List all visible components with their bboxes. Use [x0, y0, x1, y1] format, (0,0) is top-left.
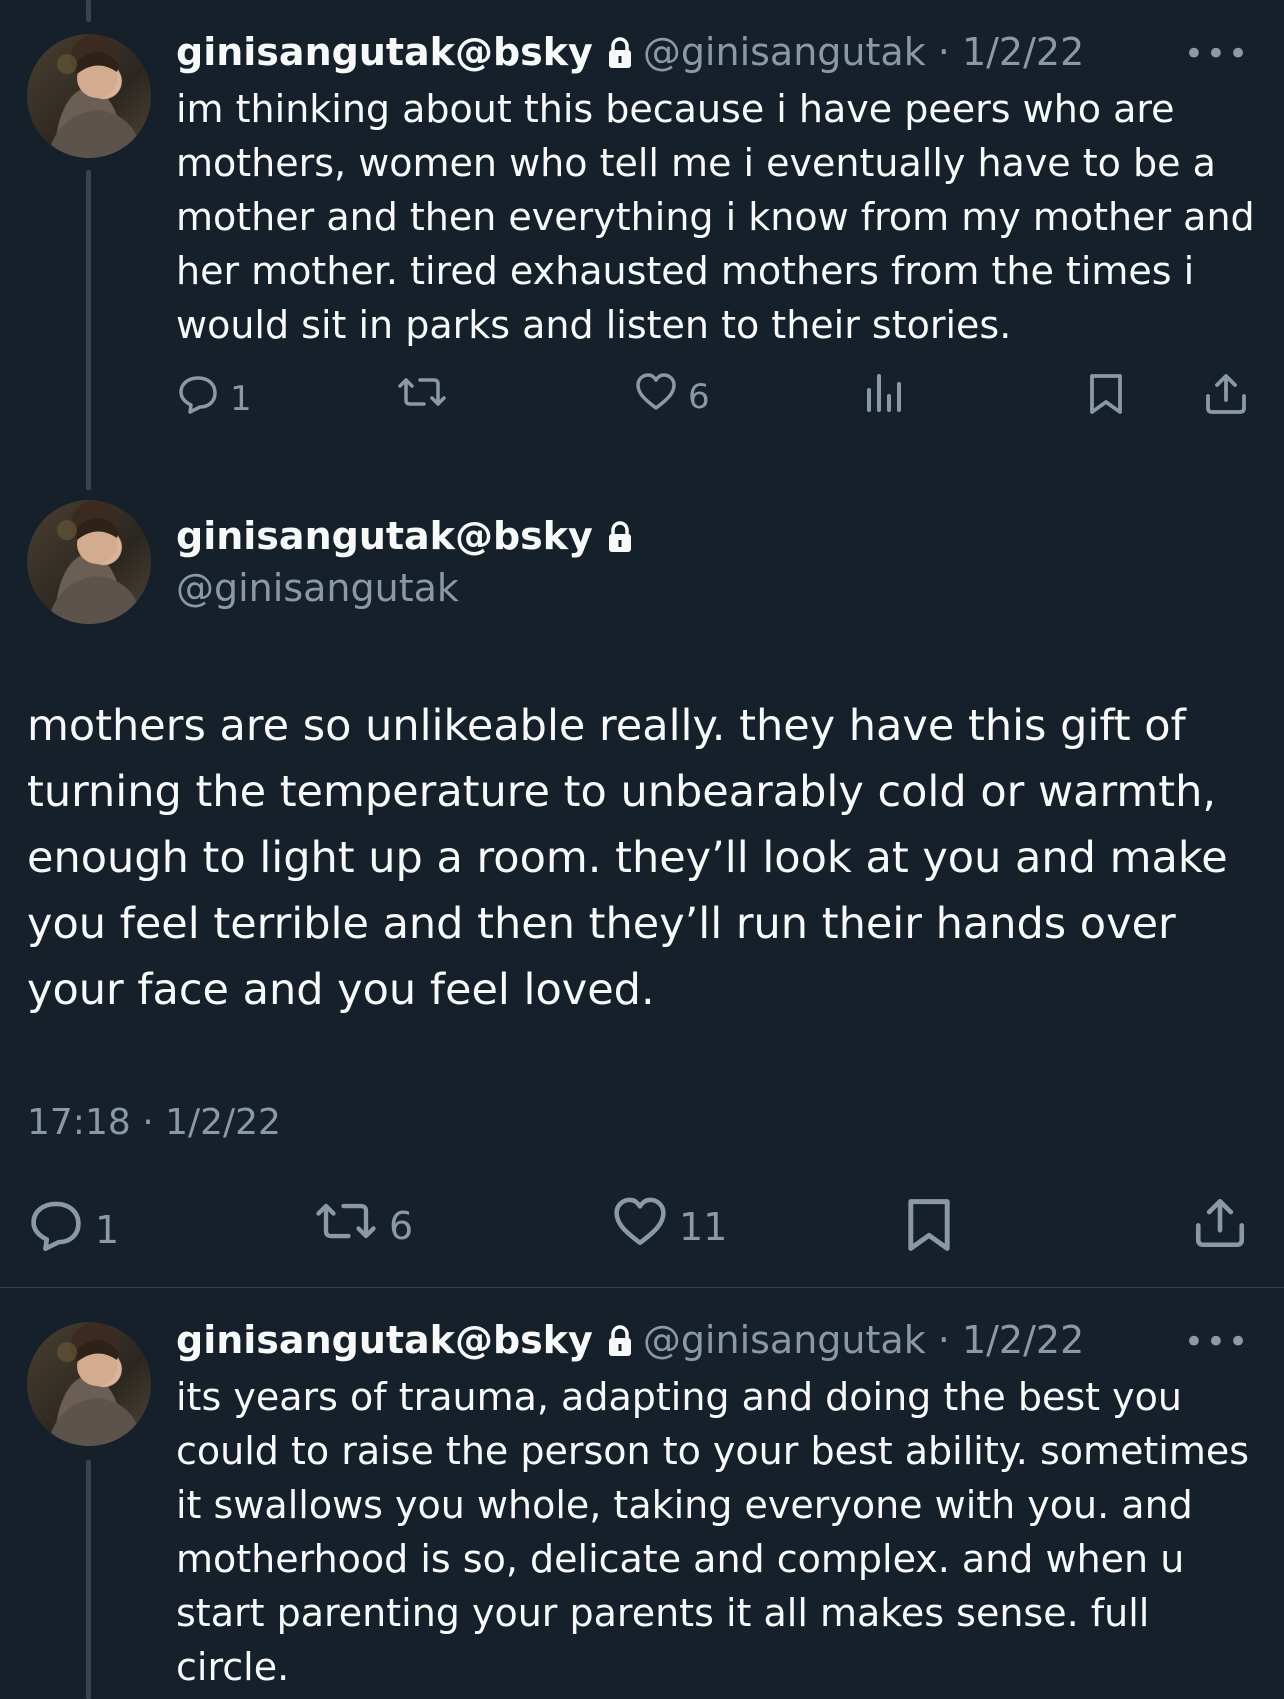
post-header: ginisangutak@bsky @ginisangutak · 1/2/22 — [176, 28, 1084, 80]
bookmark-icon — [903, 1196, 955, 1263]
thread-connector-line — [86, 0, 91, 22]
bookmark-button[interactable] — [903, 1196, 955, 1263]
handle[interactable]: @ginisangutak — [176, 564, 459, 612]
action-bar: 1 6 — [176, 372, 1256, 422]
post-date[interactable]: · 1/2/22 — [938, 30, 1084, 74]
like-count: 11 — [679, 1204, 728, 1249]
share-button[interactable] — [1202, 372, 1250, 425]
share-button[interactable] — [1191, 1196, 1249, 1259]
thread-connector-line — [86, 1460, 91, 1699]
like-button[interactable]: 11 — [611, 1196, 727, 1257]
share-icon — [1202, 372, 1250, 425]
repost-button[interactable] — [396, 372, 448, 421]
lock-icon — [607, 516, 633, 564]
main-post-text: mothers are so unlikeable really. they h… — [27, 701, 1228, 1015]
display-name[interactable]: ginisangutak@bsky — [176, 1318, 593, 1362]
repost-icon — [313, 1196, 379, 1255]
avatar[interactable] — [27, 34, 151, 158]
repost-icon — [396, 372, 448, 421]
bookmark-button[interactable] — [1086, 372, 1126, 425]
repost-button[interactable]: 6 — [313, 1196, 413, 1255]
more-icon[interactable]: ••• — [1184, 1322, 1250, 1362]
handle[interactable]: @ginisangutak — [643, 1318, 926, 1362]
like-button[interactable]: 6 — [634, 372, 710, 421]
display-name[interactable]: ginisangutak@bsky — [176, 514, 593, 558]
avatar[interactable] — [27, 1322, 151, 1446]
divider — [0, 1287, 1284, 1288]
reply-count: 1 — [230, 378, 252, 419]
views-button[interactable] — [862, 372, 906, 421]
like-icon — [634, 372, 678, 421]
share-icon — [1191, 1196, 1249, 1259]
like-count: 6 — [688, 376, 710, 417]
reply-button[interactable]: 1 — [176, 372, 252, 425]
reply-icon — [176, 372, 220, 425]
bookmark-icon — [1086, 372, 1126, 425]
lock-icon — [607, 32, 633, 80]
post-timestamp[interactable]: 17:18 · 1/2/22 — [27, 1102, 281, 1143]
like-icon — [611, 1196, 669, 1257]
post-header: ginisangutak@bsky — [176, 512, 643, 564]
reply-icon — [27, 1196, 85, 1263]
post-text: its years of trauma, adapting and doing … — [176, 1375, 1250, 1689]
views-icon — [862, 372, 906, 421]
display-name[interactable]: ginisangutak@bsky — [176, 30, 593, 74]
post-text: im thinking about this because i have pe… — [176, 87, 1255, 347]
repost-count: 6 — [389, 1203, 414, 1248]
reply-count: 1 — [95, 1207, 120, 1252]
lock-icon — [607, 1320, 633, 1368]
post-header: ginisangutak@bsky @ginisangutak · 1/2/22 — [176, 1316, 1084, 1368]
thread-connector-line — [86, 170, 91, 490]
more-icon[interactable]: ••• — [1184, 34, 1250, 74]
action-bar: 1 6 11 — [27, 1196, 1257, 1252]
avatar[interactable] — [27, 500, 151, 624]
post-date[interactable]: · 1/2/22 — [938, 1318, 1084, 1362]
handle[interactable]: @ginisangutak — [643, 30, 926, 74]
reply-button[interactable]: 1 — [27, 1196, 119, 1263]
